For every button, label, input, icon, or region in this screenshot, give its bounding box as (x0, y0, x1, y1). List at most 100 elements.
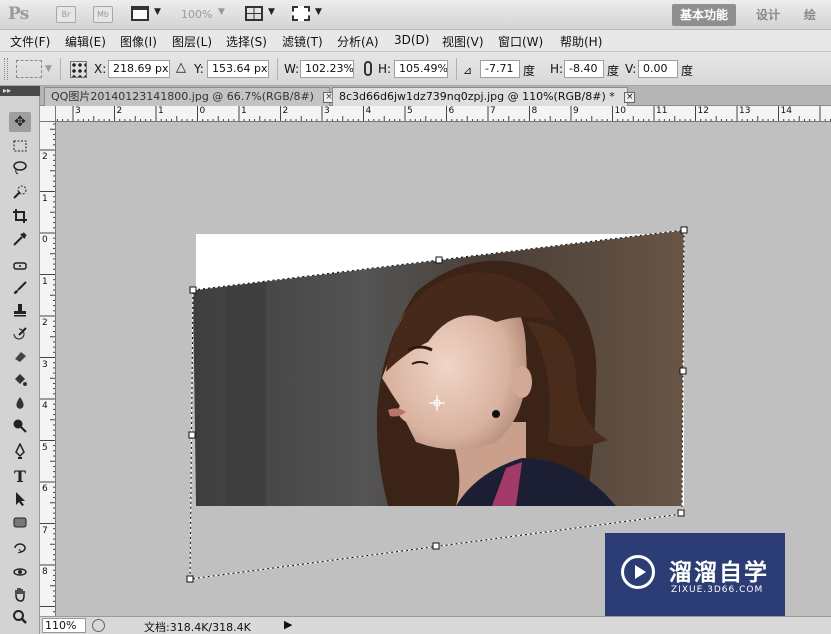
ruler-ticks (56, 106, 831, 121)
menu-filter[interactable]: 滤镜(T) (282, 33, 323, 50)
menu-bar: 文件(F) 编辑(E) 图像(I) 图层(L) 选择(S) 滤镜(T) 分析(A… (0, 30, 831, 52)
move-tool-icon[interactable]: ✥ (9, 112, 31, 132)
tool-preset-picker-icon[interactable] (16, 60, 42, 78)
transform-handle-top-right (680, 226, 688, 234)
transform-handle-middle-right (679, 367, 687, 375)
maintain-aspect-ratio-icon[interactable] (364, 61, 372, 76)
ruler-label: 5 (407, 106, 413, 116)
menu-analysis[interactable]: 分析(A) (337, 33, 379, 50)
workspace-painting-button[interactable]: 绘画 (796, 4, 831, 44)
vskew-unit-label: 度 (681, 64, 694, 78)
screen-mode-icon[interactable] (292, 6, 310, 21)
workspace-design-button[interactable]: 设计 (748, 4, 788, 26)
workspace-essentials-button[interactable]: 基本功能 (672, 4, 737, 26)
status-options-arrow-icon[interactable]: ▶ (284, 618, 292, 631)
vertical-skew-field[interactable]: 0.00 (638, 60, 678, 78)
ruler-label: 10 (614, 106, 626, 116)
x-position-field[interactable]: 218.69 px (108, 60, 170, 78)
clone-stamp-tool-icon[interactable] (9, 300, 31, 320)
lasso-tool-icon[interactable] (9, 158, 31, 178)
ruler-label: 13 (739, 106, 751, 116)
arrange-dropdown-icon[interactable]: ▼ (268, 7, 275, 17)
transform-handle-top-left (189, 286, 197, 294)
menu-layer[interactable]: 图层(L) (172, 33, 212, 50)
horizontal-ruler[interactable]: 3 2 1 0 1 2 3 4 5 6 7 8 9 10 11 12 13 14 (56, 106, 831, 122)
bridge-button[interactable]: Br (56, 6, 76, 23)
watermark-subtitle: ZIXUE.3D66.COM (671, 585, 764, 595)
ruler-origin[interactable] (40, 106, 56, 122)
history-brush-tool-icon[interactable] (9, 324, 31, 344)
menu-3d[interactable]: 3D(D) (394, 33, 429, 47)
document-tabs: QQ图片20140123141800.jpg @ 66.7%(RGB/8#) ×… (40, 86, 831, 106)
marquee-tool-icon[interactable] (9, 136, 31, 156)
view-extras-dropdown-icon[interactable]: ▼ (154, 7, 161, 17)
ruler-label: 9 (573, 106, 579, 116)
width-scale-field[interactable]: 102.23% (300, 60, 354, 78)
menu-file[interactable]: 文件(F) (10, 33, 50, 50)
ruler-label: 3 (42, 359, 48, 370)
blur-tool-icon[interactable] (9, 393, 31, 413)
3d-rotate-tool-icon[interactable] (9, 538, 31, 558)
zoom-dropdown-icon[interactable]: ▼ (218, 7, 225, 17)
application-bar: Ps Br Mb ▼ 100% ▼ ▼ ▼ 基本功能 设计 绘画 (0, 0, 831, 44)
crop-tool-icon[interactable] (9, 206, 31, 226)
shape-tool-icon[interactable] (9, 512, 31, 532)
photoshop-logo: Ps (8, 4, 29, 24)
options-bar: ▼ X: 218.69 px △ Y: 153.64 px W: 102.23%… (0, 52, 831, 86)
menu-help[interactable]: 帮助(H) (560, 33, 602, 50)
menu-select[interactable]: 选择(S) (226, 33, 267, 50)
hand-tool-icon[interactable] (9, 584, 31, 604)
rotate-angle-field[interactable]: -7.71 (480, 60, 520, 78)
options-bar-grip[interactable] (4, 58, 8, 80)
toolbox-collapse-icon[interactable]: ▸▸ (0, 86, 40, 96)
transform-handle-bottom-center (432, 542, 440, 550)
minibridge-button[interactable]: Mb (93, 6, 113, 23)
3d-orbit-tool-icon[interactable] (9, 562, 31, 582)
app-zoom-level[interactable]: 100% (181, 8, 212, 21)
pen-tool-icon[interactable] (9, 441, 31, 461)
reference-point-icon[interactable] (70, 61, 87, 78)
ruler-label: 6 (42, 484, 48, 494)
healing-brush-tool-icon[interactable] (9, 256, 31, 276)
menu-window[interactable]: 窗口(W) (498, 33, 543, 50)
path-selection-tool-icon[interactable] (9, 489, 31, 509)
close-icon[interactable]: × (624, 91, 636, 103)
options-separator (60, 58, 61, 80)
ruler-label: 2 (42, 152, 48, 162)
eyedropper-tool-icon[interactable] (9, 229, 31, 249)
ruler-label: 0 (42, 235, 48, 245)
zoom-tool-icon[interactable] (9, 607, 31, 627)
view-extras-icon[interactable] (131, 6, 149, 21)
relative-position-icon[interactable]: △ (176, 60, 186, 75)
ruler-label: 2 (282, 106, 289, 116)
screen-mode-dropdown-icon[interactable]: ▼ (315, 7, 322, 17)
tool-preset-dropdown-icon[interactable]: ▼ (45, 64, 52, 74)
transform-handle-middle-left (188, 431, 196, 439)
height-scale-field[interactable]: 105.49% (394, 60, 448, 78)
menu-view[interactable]: 视图(V) (442, 33, 484, 50)
eraser-tool-icon[interactable] (9, 346, 31, 366)
paint-bucket-tool-icon[interactable] (9, 370, 31, 390)
photo-layer (193, 230, 684, 506)
vertical-ruler[interactable]: 2 1 0 1 2 3 4 5 6 7 8 (40, 122, 56, 616)
ruler-label: 1 (42, 193, 48, 204)
quick-selection-tool-icon[interactable] (9, 182, 31, 202)
type-tool-icon[interactable]: T (9, 466, 31, 486)
y-position-field[interactable]: 153.64 px (207, 60, 269, 78)
tab-document-2[interactable]: 8c3d66d6jw1dz739nq0zpj.jpg @ 110%(RGB/8#… (332, 87, 636, 106)
ruler-label: 14 (780, 106, 792, 116)
zoom-level-field[interactable]: 110% (42, 618, 86, 633)
horizontal-skew-field[interactable]: -8.40 (564, 60, 604, 78)
arrange-documents-icon[interactable] (245, 6, 263, 21)
brush-tool-icon[interactable] (9, 278, 31, 298)
menu-edit[interactable]: 编辑(E) (65, 33, 106, 50)
status-bar: 110% 文档:318.4K/318.4K ▶ (40, 616, 831, 634)
dodge-tool-icon[interactable] (9, 416, 31, 436)
ruler-label: 8 (531, 106, 538, 116)
ruler-label: 4 (365, 106, 372, 116)
menu-image[interactable]: 图像(I) (120, 33, 157, 50)
ruler-label: 7 (490, 106, 496, 116)
tab-document-1[interactable]: QQ图片20140123141800.jpg @ 66.7%(RGB/8#) × (44, 87, 335, 106)
status-menu-icon[interactable] (92, 619, 105, 632)
w-label: W: (284, 62, 300, 76)
